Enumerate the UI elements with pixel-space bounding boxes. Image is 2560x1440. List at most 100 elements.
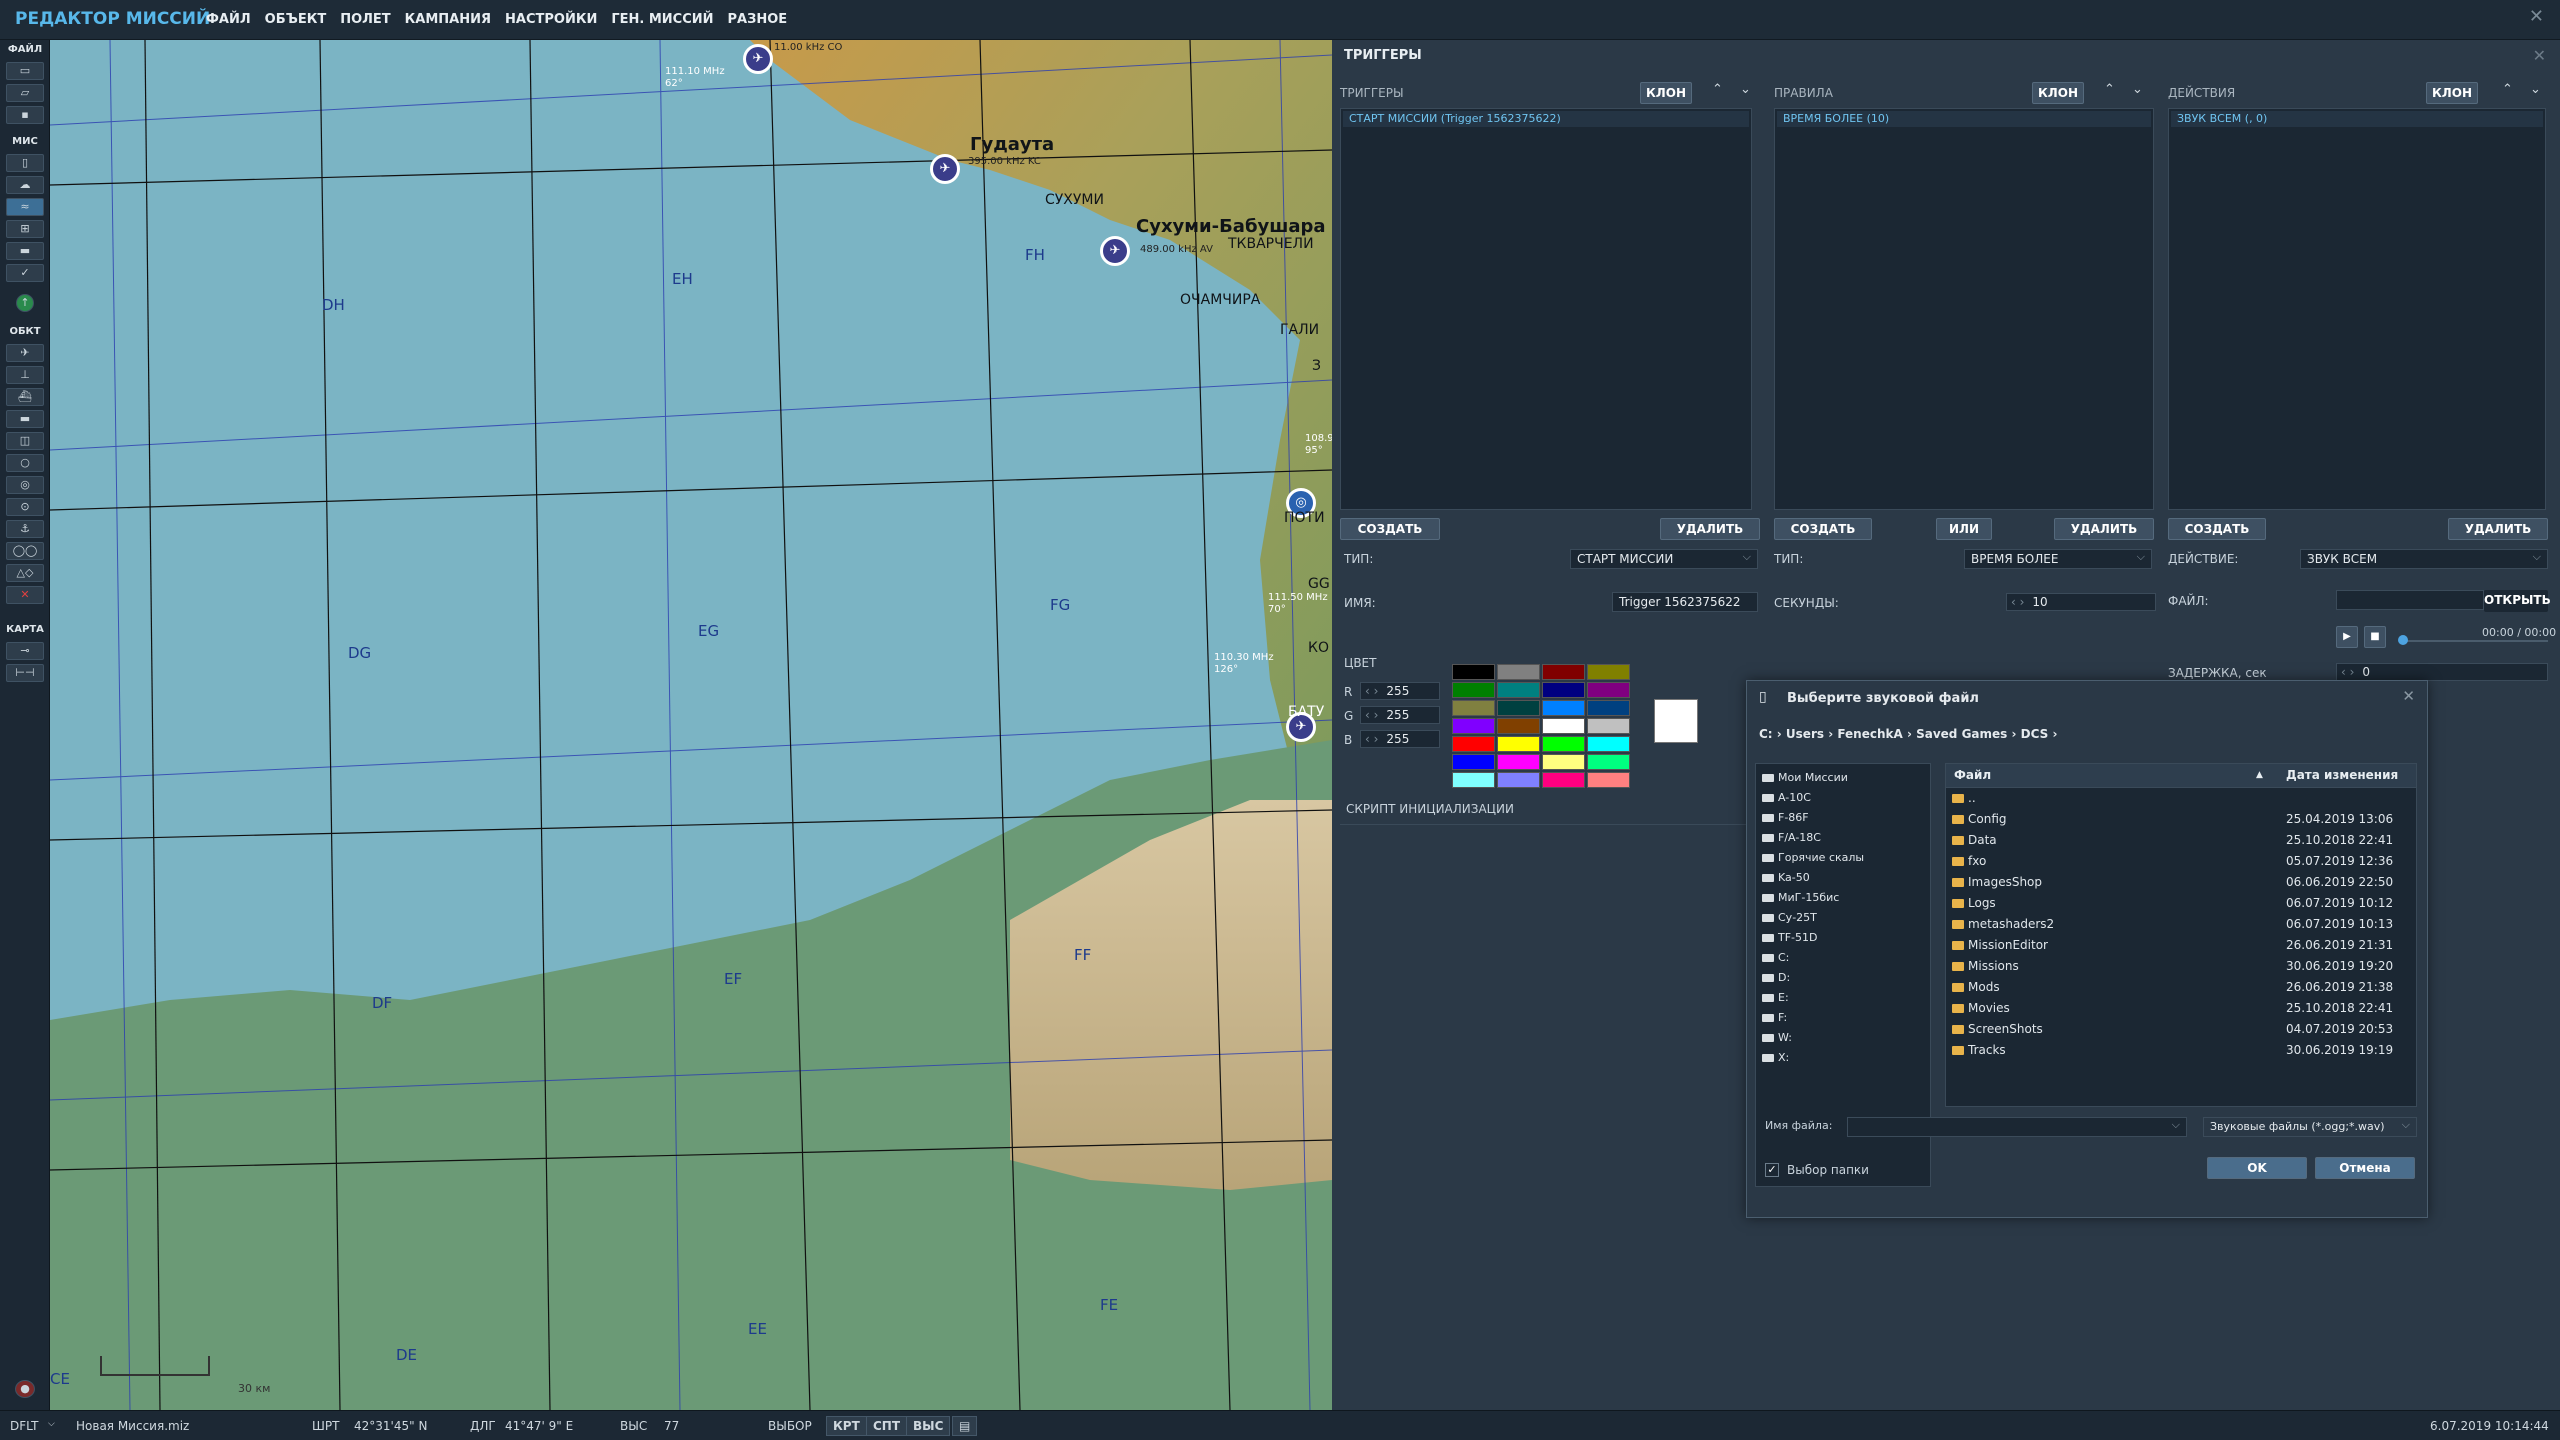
- palette-color-17[interactable]: [1497, 736, 1540, 752]
- menu-misc[interactable]: РАЗНОЕ: [728, 12, 788, 27]
- palette-color-9[interactable]: [1497, 700, 1540, 716]
- close-icon[interactable]: ✕: [2402, 687, 2415, 705]
- tree-item[interactable]: W:: [1756, 1028, 1930, 1048]
- table-row[interactable]: Tracks 30.06.2019 19:19: [1946, 1040, 2416, 1061]
- palette-color-26[interactable]: [1542, 772, 1585, 788]
- create-rule-button[interactable]: СОЗДАТЬ: [1774, 518, 1872, 540]
- move-down-icon[interactable]: ⌄: [2530, 82, 2541, 97]
- route-icon[interactable]: ◯◯: [6, 542, 44, 560]
- file-list[interactable]: Файл ▲ Дата изменения .. Config 25.04.2019…: [1945, 763, 2417, 1107]
- col-file-header[interactable]: Файл: [1946, 764, 2256, 787]
- ship-icon[interactable]: ⛴: [6, 388, 44, 406]
- playback-slider[interactable]: [2402, 640, 2548, 642]
- menu-campaign[interactable]: КАМПАНИЯ: [405, 12, 491, 27]
- menu-flight[interactable]: ПОЛЕТ: [340, 12, 390, 27]
- palette-color-20[interactable]: [1452, 754, 1495, 770]
- tree-item[interactable]: МиГ-15бис: [1756, 888, 1930, 908]
- move-down-icon[interactable]: ⌄: [2132, 82, 2143, 97]
- group-icon[interactable]: ◫: [6, 432, 44, 450]
- table-row[interactable]: Data 25.10.2018 22:41: [1946, 830, 2416, 851]
- palette-color-24[interactable]: [1452, 772, 1495, 788]
- palette-color-1[interactable]: [1497, 664, 1540, 680]
- move-up-icon[interactable]: ⌃: [2104, 82, 2115, 97]
- close-icon[interactable]: ✕: [2533, 46, 2546, 65]
- record-icon[interactable]: ●: [15, 1380, 35, 1398]
- ok-button[interactable]: OK: [2207, 1157, 2307, 1179]
- table-row[interactable]: Config 25.04.2019 13:06: [1946, 809, 2416, 830]
- tree-item[interactable]: C:: [1756, 948, 1930, 968]
- b-stepper[interactable]: ‹ › 255: [1360, 730, 1440, 748]
- palette-color-7[interactable]: [1587, 682, 1630, 698]
- breadcrumb-item[interactable]: Saved Games: [1916, 727, 2007, 741]
- file-type-select[interactable]: Звуковые файлы (*.ogg;*.wav): [2203, 1116, 2417, 1137]
- tree-item[interactable]: Мои Миссии: [1756, 768, 1930, 788]
- airport-sukhumi-icon[interactable]: ✈: [1100, 236, 1130, 266]
- clone-action-button[interactable]: КЛОН: [2426, 82, 2478, 104]
- palette-color-12[interactable]: [1452, 718, 1495, 734]
- airport-gudauta-icon[interactable]: ✈: [930, 154, 960, 184]
- satellite-mode-button[interactable]: СПТ: [866, 1416, 908, 1436]
- palette-color-8[interactable]: [1452, 700, 1495, 716]
- check-icon[interactable]: ✓: [6, 264, 44, 282]
- fly-icon[interactable]: ↑: [16, 294, 34, 312]
- menu-settings[interactable]: НАСТРОЙКИ: [505, 12, 597, 27]
- palette-color-15[interactable]: [1587, 718, 1630, 734]
- briefing-icon[interactable]: ▯: [6, 154, 44, 172]
- clone-rule-button[interactable]: КЛОН: [2032, 82, 2084, 104]
- layers-icon[interactable]: ▤: [952, 1416, 978, 1436]
- palette-color-4[interactable]: [1452, 682, 1495, 698]
- open-file-icon[interactable]: ▱: [6, 84, 44, 102]
- breadcrumb-item[interactable]: DCS: [2021, 727, 2049, 741]
- weather-icon[interactable]: ☁: [6, 176, 44, 194]
- triggers-icon[interactable]: ≈: [6, 198, 44, 216]
- trigger-name-input[interactable]: Trigger 1562375622: [1612, 592, 1758, 612]
- goals-icon[interactable]: ▬: [6, 242, 44, 260]
- table-row[interactable]: Movies 25.10.2018 22:41: [1946, 998, 2416, 1019]
- ruler-icon[interactable]: ⊢⊣: [6, 664, 44, 682]
- clone-trigger-button[interactable]: КЛОН: [1640, 82, 1692, 104]
- plane-icon[interactable]: ✈: [6, 344, 44, 362]
- airport-top-icon[interactable]: ✈: [743, 44, 773, 74]
- palette-color-3[interactable]: [1587, 664, 1630, 680]
- create-trigger-button[interactable]: СОЗДАТЬ: [1340, 518, 1440, 540]
- palette-color-0[interactable]: [1452, 664, 1495, 680]
- action-select[interactable]: ЗВУК ВСЕМ: [2300, 548, 2548, 569]
- table-row[interactable]: MissionEditor 26.06.2019 21:31: [1946, 935, 2416, 956]
- delete-action-button[interactable]: УДАЛИТЬ: [2448, 518, 2548, 540]
- map-view[interactable]: DH EH FH DG EG FG DF EF FF DE EE FE CE ✈…: [50, 40, 1332, 1410]
- tree-item[interactable]: X:: [1756, 1048, 1930, 1068]
- tree-item[interactable]: A-10C: [1756, 788, 1930, 808]
- target-icon[interactable]: ◎: [6, 476, 44, 494]
- sort-asc-icon[interactable]: ▲: [2256, 764, 2286, 787]
- map-mode-button[interactable]: КРТ: [826, 1416, 867, 1436]
- delete-trigger-button[interactable]: УДАЛИТЬ: [1660, 518, 1760, 540]
- static-icon[interactable]: ○: [6, 454, 44, 472]
- delete-rule-button[interactable]: УДАЛИТЬ: [2054, 518, 2154, 540]
- table-row[interactable]: ImagesShop 06.06.2019 22:50: [1946, 872, 2416, 893]
- window-close-icon[interactable]: ✕: [2529, 6, 2544, 27]
- breadcrumb-item[interactable]: C:: [1759, 727, 1773, 741]
- table-row[interactable]: Logs 06.07.2019 10:12: [1946, 893, 2416, 914]
- delete-icon[interactable]: ✕: [6, 586, 44, 604]
- new-file-icon[interactable]: ▭: [6, 62, 44, 80]
- menu-object[interactable]: ОБЪЕКТ: [265, 12, 327, 27]
- palette-color-22[interactable]: [1542, 754, 1585, 770]
- open-file-button[interactable]: ОТКРЫТЬ: [2484, 590, 2551, 612]
- breadcrumb-item[interactable]: Users: [1786, 727, 1824, 741]
- save-file-icon[interactable]: ▪: [6, 106, 44, 124]
- menu-file[interactable]: ФАЙЛ: [206, 12, 251, 27]
- rule-type-select[interactable]: ВРЕМЯ БОЛЕЕ: [1964, 548, 2152, 569]
- create-action-button[interactable]: СОЗДАТЬ: [2168, 518, 2266, 540]
- palette-color-18[interactable]: [1542, 736, 1585, 752]
- shapes-icon[interactable]: △◇: [6, 564, 44, 582]
- r-stepper[interactable]: ‹ › 255: [1360, 682, 1440, 700]
- rules-list[interactable]: ВРЕМЯ БОЛЕЕ (10): [1774, 108, 2154, 510]
- file-input[interactable]: [2336, 590, 2484, 610]
- or-button[interactable]: ИЛИ: [1936, 518, 1992, 540]
- tree-item[interactable]: TF-51D: [1756, 928, 1930, 948]
- palette-color-23[interactable]: [1587, 754, 1630, 770]
- move-down-icon[interactable]: ⌄: [1740, 82, 1751, 97]
- palette-color-5[interactable]: [1497, 682, 1540, 698]
- tree-item[interactable]: Ka-50: [1756, 868, 1930, 888]
- palette-color-19[interactable]: [1587, 736, 1630, 752]
